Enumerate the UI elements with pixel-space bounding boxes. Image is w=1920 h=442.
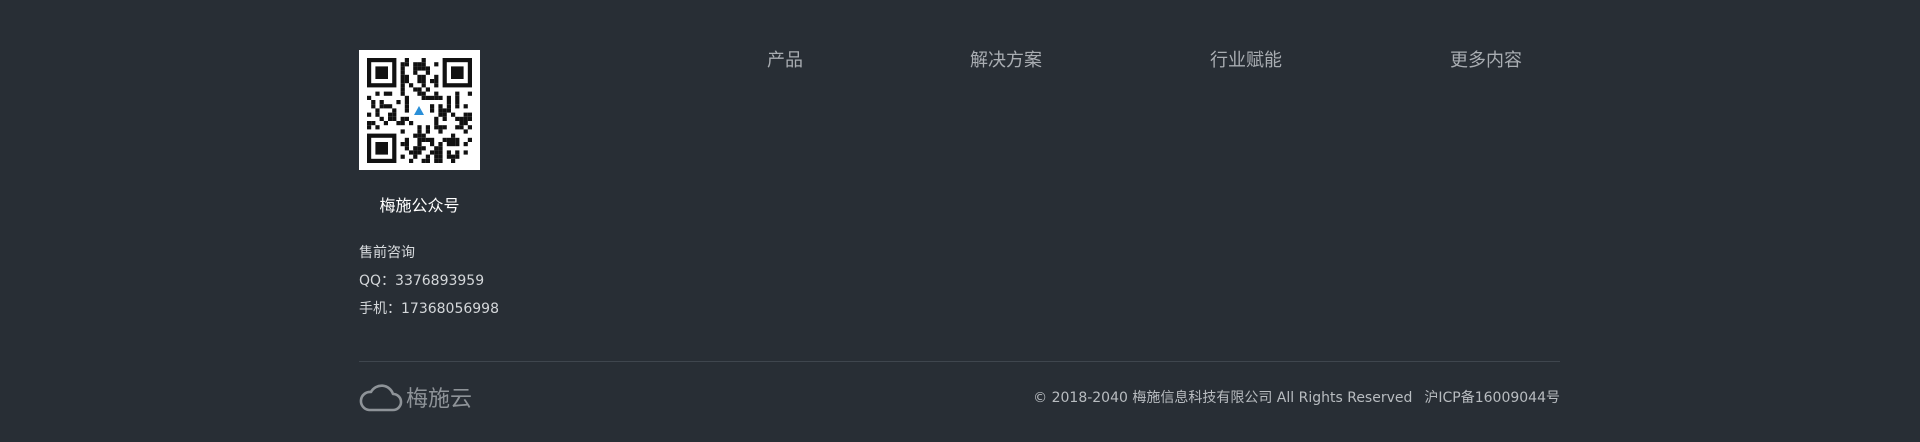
nav-solutions[interactable]: 解决方案 (970, 46, 1042, 72)
icp-link[interactable]: 沪ICP备16009044号 (1424, 390, 1560, 406)
brand-logo[interactable]: 梅施云 (359, 380, 472, 414)
wechat-qr-code (359, 50, 480, 170)
nav-products[interactable]: 产品 (767, 46, 803, 72)
contact-info: 售前咨询 QQ：3376893959 手机：17368056998 (359, 239, 499, 323)
site-footer: 梅施公众号 售前咨询 QQ：3376893959 手机：17368056998 … (0, 0, 1920, 442)
footer-divider (359, 361, 1560, 362)
nav-more[interactable]: 更多内容 (1450, 46, 1522, 72)
qr-caption: 梅施公众号 (379, 196, 460, 215)
qr-code-image (367, 58, 472, 163)
contact-qq[interactable]: QQ：3376893959 (359, 267, 499, 295)
copyright-text: © 2018-2040 梅施信息科技有限公司 All Rights Reserv… (1033, 390, 1413, 406)
nav-industry[interactable]: 行业赋能 (1210, 46, 1282, 72)
brand-name: 梅施云 (406, 387, 473, 412)
contact-phone[interactable]: 手机：17368056998 (359, 295, 499, 323)
contact-title: 售前咨询 (359, 245, 415, 261)
cloud-icon (359, 384, 403, 412)
legal-info: © 2018-2040 梅施信息科技有限公司 All Rights Reserv… (1033, 387, 1560, 407)
